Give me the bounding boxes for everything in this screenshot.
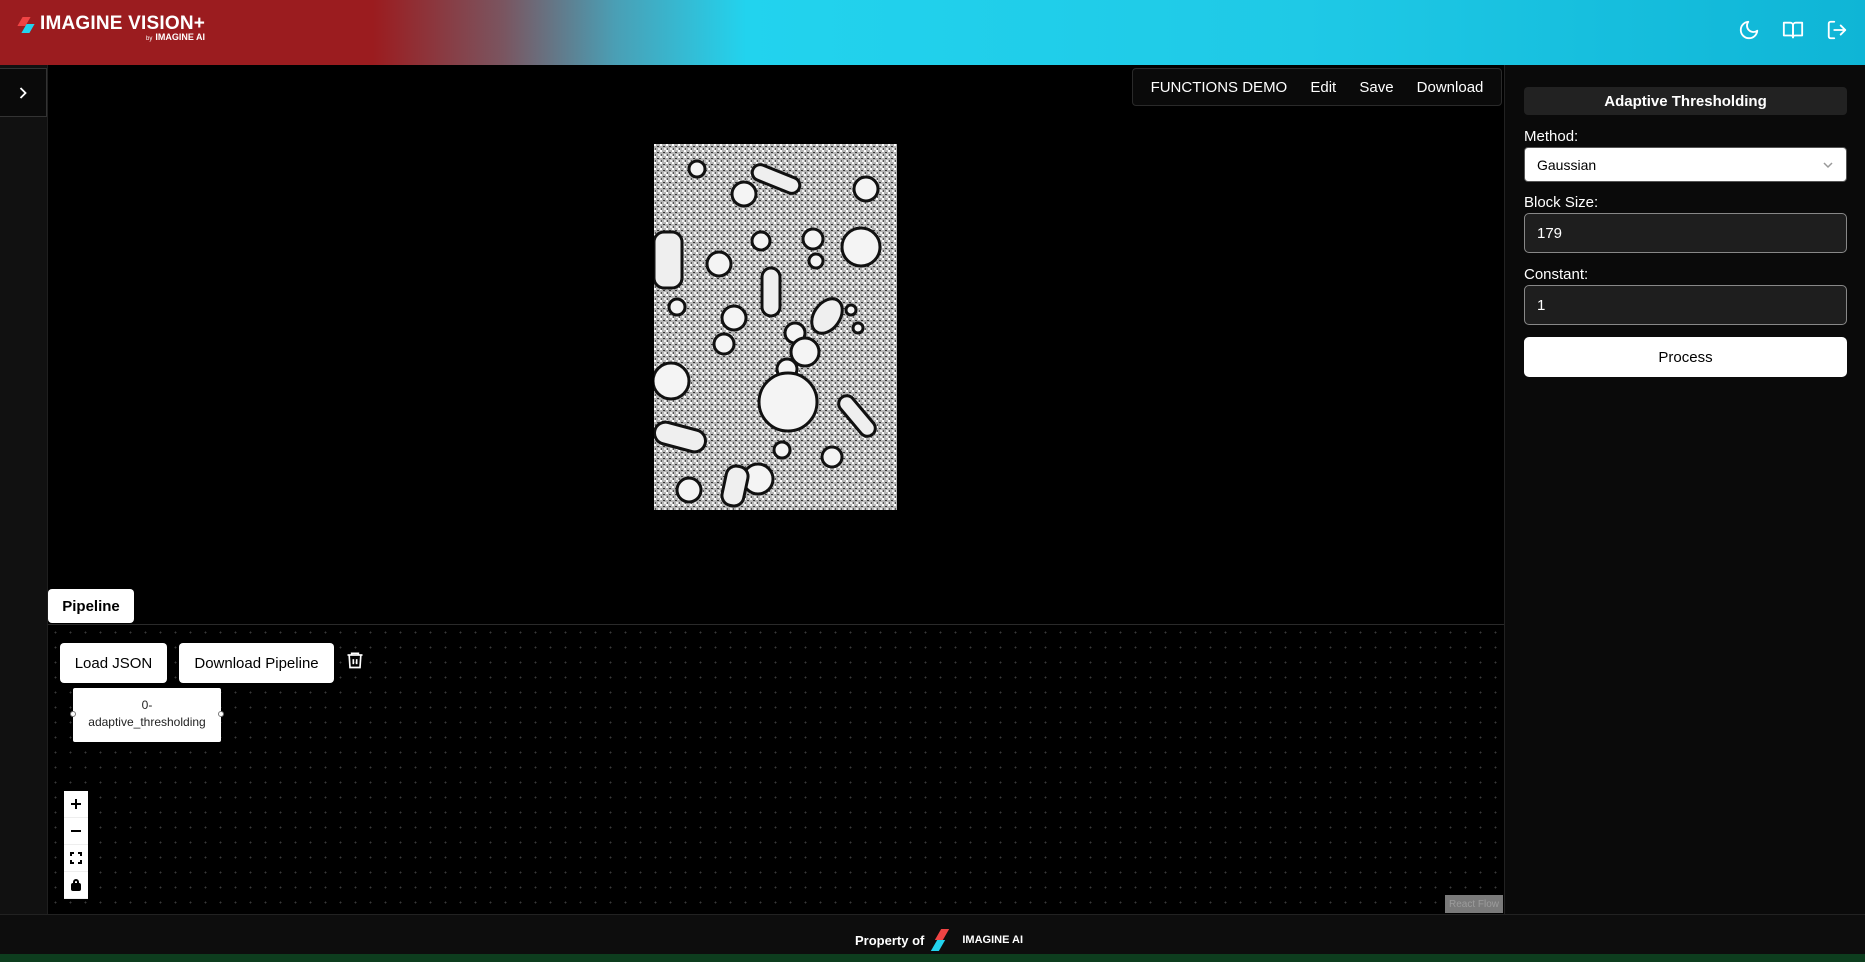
flow-controls [64,791,88,899]
brand-name: IMAGINE VISION+ [40,13,206,34]
settings-panel [1504,65,1865,914]
processed-image [654,144,897,510]
panel-title: Adaptive Thresholding [1524,87,1847,115]
menu-save[interactable]: Save [1359,79,1393,96]
menu-download[interactable]: Download [1417,79,1484,96]
plus-icon [71,799,81,809]
node-output-handle[interactable] [218,711,224,717]
constant-input[interactable]: 1 [1524,285,1847,325]
trash-icon[interactable] [345,649,367,673]
node-label-index: 0- [141,698,153,712]
zoom-out-button[interactable] [64,818,88,845]
zoom-in-button[interactable] [64,791,88,818]
sidebar-toggle-button[interactable] [0,68,47,117]
top-menu: FUNCTIONS DEMO Edit Save Download [1132,68,1502,106]
block-size-label: Block Size: [1524,194,1599,211]
book-icon[interactable] [1781,18,1805,42]
method-select[interactable]: Gaussian [1524,147,1847,182]
method-selected-value: Gaussian [1537,156,1597,173]
menu-edit[interactable]: Edit [1310,79,1336,96]
fit-view-button[interactable] [64,845,88,872]
logout-icon[interactable] [1825,18,1849,42]
load-json-button[interactable]: Load JSON [60,643,167,683]
process-button[interactable]: Process [1524,337,1847,377]
tab-pipeline[interactable]: Pipeline [48,589,134,623]
pipeline-node[interactable]: 0- adaptive_thresholding [73,688,221,742]
footer-logo-icon [931,929,954,951]
chevron-down-icon [1823,161,1833,168]
fit-view-icon [70,852,82,864]
react-flow-attribution[interactable]: React Flow [1445,895,1503,913]
chevron-right-icon [19,86,27,99]
lock-icon [71,879,81,891]
thresholded-image-render [654,144,897,510]
logo-mark-icon [17,17,36,33]
top-header: IMAGINE VISION+ by IMAGINE AI [0,0,1865,65]
left-sidebar [0,65,48,914]
minus-icon [71,830,81,832]
node-input-handle[interactable] [70,711,76,717]
app-logo[interactable]: IMAGINE VISION+ by IMAGINE AI [17,13,206,42]
footer-brand: IMAGINE AI [962,933,1024,946]
method-label: Method: [1524,128,1579,145]
download-pipeline-button[interactable]: Download Pipeline [179,643,334,683]
lock-button[interactable] [64,872,88,899]
menu-functions-demo[interactable]: FUNCTIONS DEMO [1151,79,1288,96]
footer-credit: Property of IMAGINE AI [855,929,1023,951]
property-of-text: Property of [855,932,925,948]
block-size-input[interactable]: 179 [1524,213,1847,253]
header-actions [1737,18,1849,42]
constant-label: Constant: [1524,266,1589,283]
node-label-function: adaptive_thresholding [88,715,206,729]
moon-icon[interactable] [1737,18,1761,42]
footer: Property of IMAGINE AI [0,914,1865,962]
